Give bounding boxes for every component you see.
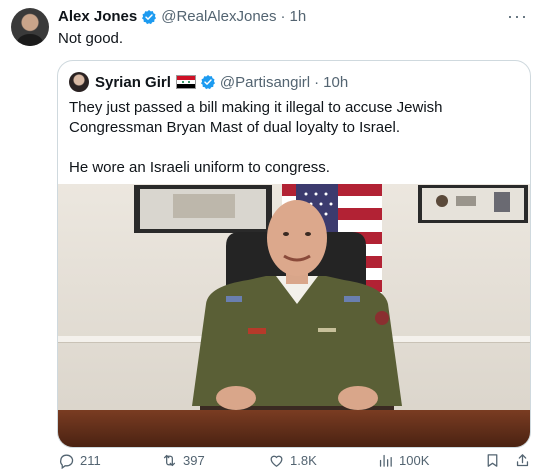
views-button[interactable]: 100K bbox=[377, 452, 429, 469]
quoted-paragraph-1: They just passed a bill making it illega… bbox=[69, 99, 443, 136]
tweet-time[interactable]: 1h bbox=[290, 8, 307, 25]
tweet-text: Not good. bbox=[58, 30, 124, 47]
views-icon bbox=[379, 454, 392, 467]
bookmark-icon bbox=[487, 454, 498, 467]
author-avatar[interactable] bbox=[11, 8, 49, 46]
share-button[interactable] bbox=[514, 452, 536, 469]
reply-icon bbox=[60, 454, 74, 469]
quoted-time[interactable]: 10h bbox=[323, 74, 348, 91]
video-frame bbox=[58, 184, 530, 447]
quoted-avatar bbox=[69, 72, 89, 92]
framed-picture-right bbox=[418, 185, 528, 223]
author-handle[interactable]: @RealAlexJones bbox=[161, 8, 276, 25]
quoted-author-handle[interactable]: @Partisangirl bbox=[220, 74, 310, 91]
man-head bbox=[267, 200, 327, 276]
verified-badge-icon bbox=[200, 75, 215, 90]
like-count: 1.8K bbox=[290, 453, 317, 468]
separator-dot: · bbox=[280, 8, 286, 25]
quoted-header: Syrian Girl @Partisangirl · 10h bbox=[69, 72, 348, 92]
reply-button[interactable]: 211 bbox=[58, 452, 101, 469]
syrian-flag-icon bbox=[175, 75, 196, 89]
quoted-paragraph-2: He wore an Israeli uniform to congress. bbox=[69, 159, 330, 176]
repost-button[interactable]: 397 bbox=[161, 452, 205, 469]
author-name[interactable]: Alex Jones bbox=[58, 8, 137, 25]
quoted-author-name[interactable]: Syrian Girl bbox=[95, 74, 171, 91]
like-button[interactable]: 1.8K bbox=[268, 452, 317, 469]
verified-badge-icon bbox=[142, 9, 157, 24]
reply-count: 211 bbox=[80, 453, 101, 468]
desk bbox=[58, 410, 530, 447]
repost-count: 397 bbox=[183, 453, 205, 468]
more-icon[interactable]: ··· bbox=[507, 6, 528, 27]
bookmark-button[interactable] bbox=[484, 452, 506, 469]
repost-icon bbox=[163, 454, 176, 467]
view-count: 100K bbox=[399, 453, 430, 468]
quoted-text: They just passed a bill making it illega… bbox=[69, 98, 521, 198]
action-bar: 211 397 1.8K 100K bbox=[0, 452, 540, 474]
share-icon bbox=[516, 454, 529, 467]
like-icon bbox=[270, 455, 283, 467]
quoted-tweet[interactable]: Syrian Girl @Partisangirl · 10h They jus… bbox=[57, 60, 531, 448]
separator-dot: · bbox=[314, 73, 320, 91]
tweet-header: Alex Jones @RealAlexJones · 1h bbox=[58, 8, 306, 25]
video-thumbnail[interactable] bbox=[58, 184, 530, 447]
framed-picture-left bbox=[134, 185, 272, 233]
